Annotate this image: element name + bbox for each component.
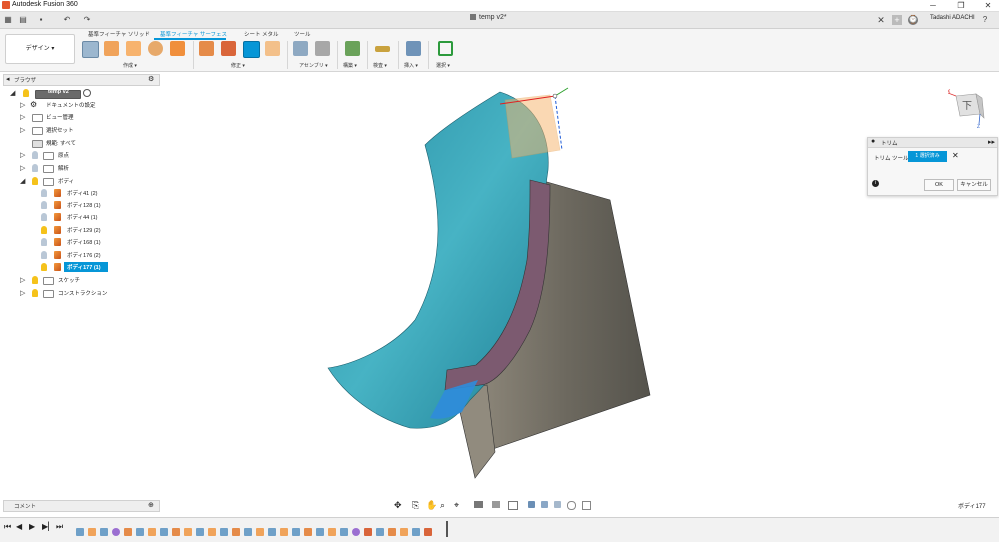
3d-viewport[interactable]	[0, 0, 999, 541]
comments-add-icon[interactable]: ⊕	[148, 501, 154, 509]
timeline-fillet-icon[interactable]	[124, 528, 132, 536]
comments-panel[interactable]: コメント ⊕	[3, 500, 160, 512]
timeline-trim-icon[interactable]	[424, 528, 432, 536]
dialog-header[interactable]: ● トリム ▸▸	[868, 138, 997, 148]
zoom-icon[interactable]: ⌕	[440, 500, 445, 511]
timeline-fillet-icon[interactable]	[172, 528, 180, 536]
timeline-extrude-icon[interactable]	[88, 528, 96, 536]
timeline-sketch-icon[interactable]	[412, 528, 420, 536]
timeline-marker[interactable]	[446, 521, 448, 537]
select-vertex-icon[interactable]	[567, 501, 576, 510]
timeline-extrude-icon[interactable]	[400, 528, 408, 536]
trim-tool-selection[interactable]: 1 選択済み	[908, 151, 947, 162]
navigation-bar: ✥ ⎘ ✋ ⌕ ⌖	[392, 499, 605, 512]
selection-status: ボディ177	[958, 504, 986, 510]
timeline: ⏮ ◀ ▶ ▶▏ ⏭	[0, 517, 999, 542]
timeline-sketch-icon[interactable]	[220, 528, 228, 536]
timeline-extrude-icon[interactable]	[148, 528, 156, 536]
fit-icon[interactable]: ⌖	[454, 500, 459, 511]
timeline-extrude-icon[interactable]	[280, 528, 288, 536]
trim-tool-label: トリム ツール	[874, 156, 909, 162]
timeline-sphere-icon[interactable]	[352, 528, 360, 536]
timeline-sketch-icon[interactable]	[136, 528, 144, 536]
look-at-icon[interactable]: ⎘	[412, 500, 419, 511]
play-icon[interactable]: ▶	[29, 522, 35, 531]
viewcube-z-label: Z	[977, 124, 980, 128]
ok-button[interactable]: OK	[924, 179, 954, 191]
grid-snaps-icon[interactable]	[492, 501, 500, 508]
viewcube[interactable]: 下 X Z	[948, 88, 988, 128]
timeline-sketch-icon[interactable]	[244, 528, 252, 536]
dialog-expand-icon[interactable]: ▸▸	[988, 138, 995, 146]
viewports-icon[interactable]	[508, 501, 518, 510]
display-settings-icon[interactable]	[474, 501, 483, 508]
construction-plane[interactable]	[504, 94, 561, 159]
timeline-extrude-icon[interactable]	[208, 528, 216, 536]
timeline-sketch-icon[interactable]	[376, 528, 384, 536]
timeline-fillet-icon[interactable]	[304, 528, 312, 536]
orbit-icon[interactable]: ✥	[394, 500, 402, 511]
timeline-extrude-icon[interactable]	[184, 528, 192, 536]
select-edge-icon[interactable]	[554, 501, 561, 508]
info-icon[interactable]: i	[872, 180, 879, 187]
y-axis-icon	[554, 87, 569, 97]
dialog-title: トリム	[881, 141, 898, 147]
timeline-sketch-icon[interactable]	[100, 528, 108, 536]
timeline-sketch-icon[interactable]	[340, 528, 348, 536]
timeline-sketch-icon[interactable]	[76, 528, 84, 536]
clear-selection-icon[interactable]: ✕	[952, 151, 959, 161]
timeline-extrude-icon[interactable]	[328, 528, 336, 536]
timeline-sketch-icon[interactable]	[316, 528, 324, 536]
select-body-icon[interactable]	[528, 501, 535, 508]
cancel-button[interactable]: キャンセル	[957, 179, 991, 191]
origin-point-icon	[552, 93, 558, 99]
step-forward-icon[interactable]: ▶▏	[42, 522, 54, 531]
select-sketch-icon[interactable]	[582, 501, 591, 510]
timeline-fillet-icon[interactable]	[232, 528, 240, 536]
go-to-end-icon[interactable]: ⏭	[56, 522, 63, 532]
timeline-sketch-icon[interactable]	[160, 528, 168, 536]
go-to-start-icon[interactable]: ⏮	[4, 522, 11, 532]
timeline-fillet-icon[interactable]	[388, 528, 396, 536]
dialog-collapse-icon[interactable]: ●	[871, 138, 875, 145]
timeline-stitch-icon[interactable]	[364, 528, 372, 536]
viewcube-face-label: 下	[962, 101, 972, 112]
select-face-icon[interactable]	[541, 501, 548, 508]
timeline-sketch-icon[interactable]	[196, 528, 204, 536]
trim-dialog: ● トリム ▸▸ トリム ツール 1 選択済み ✕ i OK キャンセル	[867, 137, 998, 196]
pan-icon[interactable]: ✋	[426, 500, 437, 511]
timeline-sketch-icon[interactable]	[268, 528, 276, 536]
step-back-icon[interactable]: ◀	[16, 522, 22, 531]
timeline-sketch-icon[interactable]	[292, 528, 300, 536]
timeline-features	[76, 521, 448, 537]
timeline-extrude-icon[interactable]	[256, 528, 264, 536]
comments-title: コメント	[14, 504, 37, 510]
timeline-sphere-icon[interactable]	[112, 528, 120, 536]
